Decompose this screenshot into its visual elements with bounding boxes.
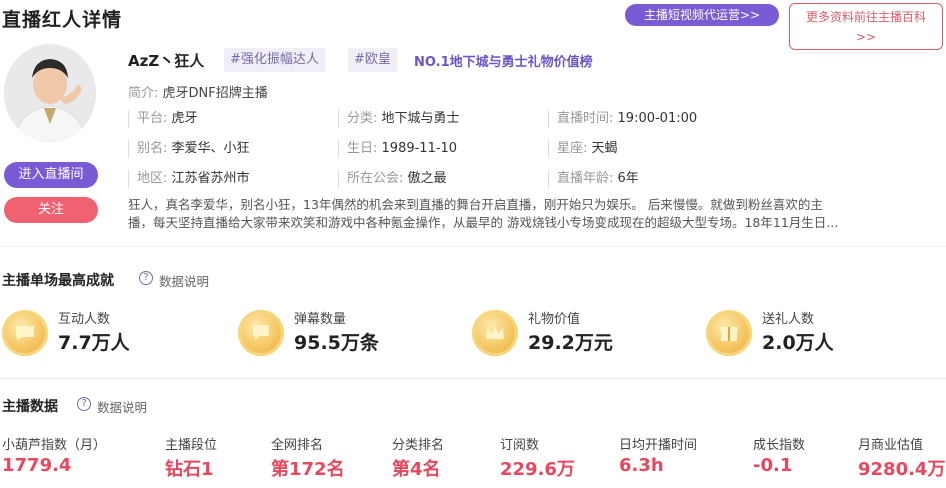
metric-label: 小葫芦指数（月）	[2, 438, 107, 453]
avatar	[4, 44, 96, 142]
intro-row: 简介: 虎牙DNF招牌主播	[128, 82, 268, 101]
more-info-arrow: >>	[855, 30, 877, 44]
best-session-title: 主播单场最高成就	[2, 273, 114, 289]
stat-value: 7.7万人	[58, 332, 130, 354]
streamer-name: AzZ丶狂人	[128, 52, 205, 70]
anchor-data-title: 主播数据	[2, 399, 58, 415]
info-alias: 别名: 李爱华、小狂	[128, 140, 250, 158]
info-label: 地区:	[137, 171, 168, 186]
info-value: 虎牙	[171, 111, 198, 126]
info-value: 1989-11-10	[381, 141, 458, 156]
info-value: 李爱华、小狂	[171, 141, 250, 156]
barrage-coin-icon	[238, 310, 284, 356]
metric-value: 229.6万	[500, 459, 575, 480]
intro-label: 简介:	[128, 86, 159, 101]
info-live-age: 直播年龄: 6年	[548, 170, 639, 188]
divider	[0, 246, 946, 247]
info-guild: 所在公会: 傲之最	[338, 170, 447, 188]
info-value: 天蝎	[591, 141, 618, 156]
help-icon[interactable]: ?	[139, 271, 153, 285]
divider	[0, 378, 946, 379]
info-value: 19:00-01:00	[617, 111, 698, 126]
crown-coin-icon	[472, 310, 518, 356]
info-value: 6年	[617, 171, 639, 186]
info-constellation: 星座: 天蝎	[548, 140, 618, 158]
info-label: 所在公会:	[347, 171, 404, 186]
info-label: 星座:	[557, 141, 588, 156]
stat-label: 送礼人数	[762, 312, 815, 327]
chat-coin-icon	[2, 310, 48, 356]
metric-value: 6.3h	[619, 455, 664, 476]
info-label: 生日:	[347, 141, 378, 156]
metric-label: 成长指数	[753, 438, 806, 453]
metric-value: 钻石1	[165, 459, 214, 480]
more-info-button[interactable]: 更多资料前往主播百科 >>	[789, 3, 943, 50]
info-platform: 平台: 虎牙	[128, 110, 198, 128]
metric-label: 分类排名	[392, 438, 445, 453]
info-live-time: 直播时间: 19:00-01:00	[548, 110, 697, 128]
description-line: 狂人，真名李爱华，别名小狂，13年偶然的机会来到直播的舞台开启直播，刚开始只为娱…	[128, 197, 823, 212]
gift-coin-icon	[706, 310, 752, 356]
avatar-portrait-icon	[4, 44, 96, 142]
info-category: 分类: 地下城与勇士	[338, 110, 460, 128]
info-region: 地区: 江苏省苏州市	[128, 170, 250, 188]
rank-link[interactable]: NO.1地下城与勇士礼物价值榜	[414, 51, 593, 70]
enter-live-room-button[interactable]: 进入直播间	[4, 162, 98, 188]
tag-item[interactable]: #强化振幅达人	[224, 48, 325, 72]
info-label: 平台:	[137, 111, 168, 126]
metric-label: 日均开播时间	[619, 438, 698, 453]
short-video-promo-button[interactable]: 主播短视频代运营>>	[625, 4, 779, 26]
description-line: 播，每天坚持直播给大家带来欢笑和游戏中各种氪金操作，从最早的 游戏烧钱小专场变成…	[128, 215, 839, 230]
stat-value: 29.2万元	[528, 332, 613, 354]
metric-value: -0.1	[753, 455, 793, 476]
metric-value: 第172名	[271, 459, 345, 480]
streamer-description: 狂人，真名李爱华，别名小狂，13年偶然的机会来到直播的舞台开启直播，刚开始只为娱…	[128, 196, 940, 232]
more-info-label: 更多资料前往主播百科	[805, 10, 926, 24]
metric-value: 9280.4万	[858, 459, 946, 480]
info-label: 别名:	[137, 141, 168, 156]
data-explanation-link[interactable]: 数据说明	[159, 271, 209, 290]
info-label: 直播时间:	[557, 111, 614, 126]
metric-label: 主播段位	[165, 438, 218, 453]
page-title: 直播红人详情	[2, 9, 123, 31]
data-explanation-link[interactable]: 数据说明	[97, 397, 147, 416]
metric-label: 全网排名	[271, 438, 324, 453]
stat-value: 95.5万条	[294, 332, 379, 354]
metric-value: 第4名	[392, 459, 441, 480]
stat-label: 弹幕数量	[294, 312, 347, 327]
metric-value: 1779.4	[2, 455, 72, 476]
tag-item[interactable]: #欧皇	[348, 48, 397, 72]
info-label: 分类:	[347, 111, 378, 126]
metric-label: 月商业估值	[858, 438, 924, 453]
help-icon[interactable]: ?	[77, 397, 91, 411]
info-value: 地下城与勇士	[381, 111, 460, 126]
intro-value: 虎牙DNF招牌主播	[162, 86, 268, 101]
info-label: 直播年龄:	[557, 171, 614, 186]
info-birthday: 生日: 1989-11-10	[338, 140, 457, 158]
info-value: 傲之最	[407, 171, 447, 186]
info-value: 江苏省苏州市	[171, 171, 250, 186]
follow-button[interactable]: 关注	[4, 197, 98, 223]
stat-value: 2.0万人	[762, 332, 834, 354]
stat-label: 互动人数	[58, 312, 111, 327]
metric-label: 订阅数	[500, 438, 540, 453]
stat-label: 礼物价值	[528, 312, 581, 327]
